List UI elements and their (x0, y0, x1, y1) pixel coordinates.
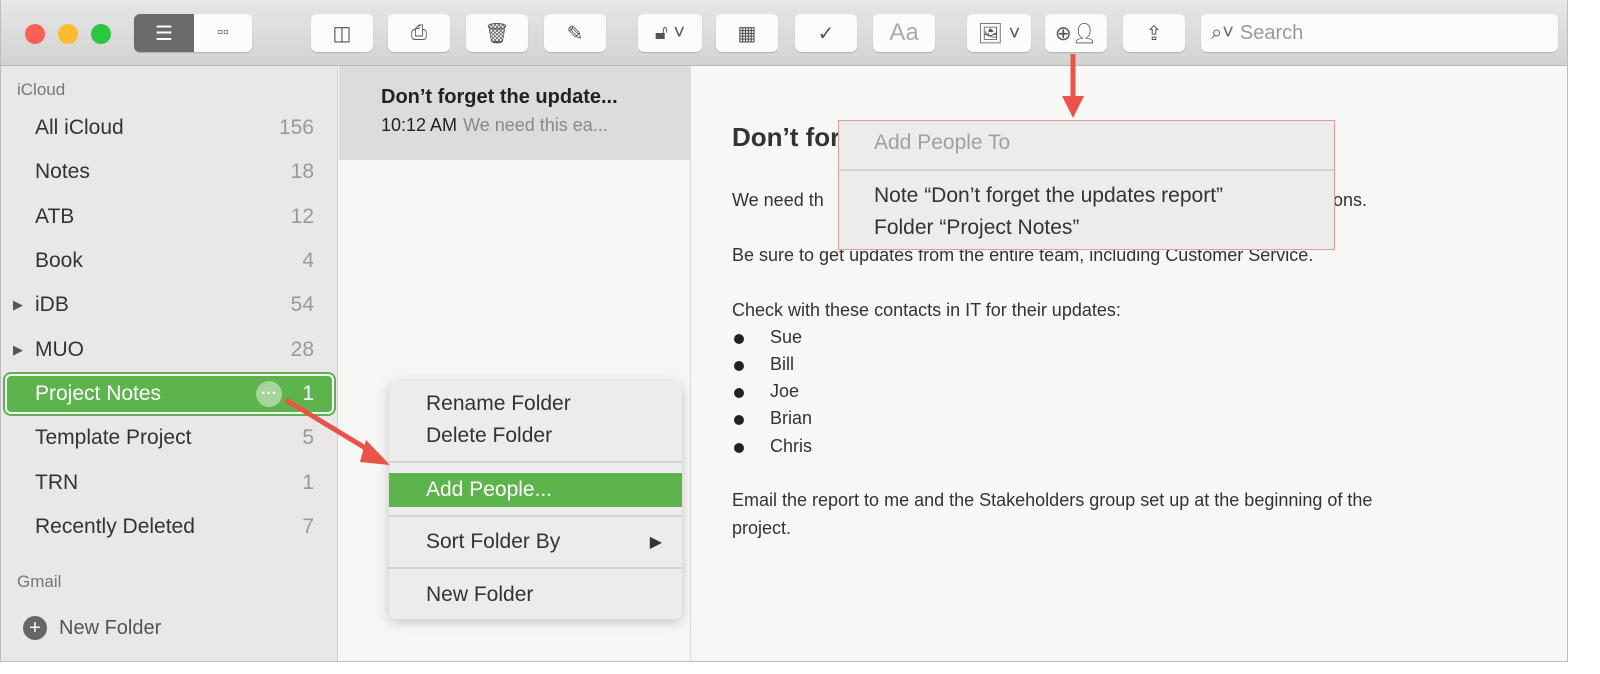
table-icon: ▦ (737, 22, 757, 45)
note-list-item[interactable]: Don’t forget the update... 10:12 AM We ne… (339, 66, 691, 160)
list-icon: ☰ (155, 22, 173, 45)
add-people-folder-item[interactable]: Folder “Project Notes” (874, 216, 1079, 240)
menu-separator (389, 461, 682, 463)
checklist-button[interactable]: ✓ (795, 14, 857, 52)
menu-separator (389, 567, 682, 569)
media-button[interactable]: 🖼︎ ˅ (967, 14, 1031, 52)
sidebar-item-project-notes[interactable]: Project Notes ··· 1 (3, 372, 336, 416)
sidebar-item-all-icloud[interactable]: All iCloud 156 (5, 108, 334, 148)
add-people-menu-item[interactable]: Add People... (389, 473, 682, 507)
grid-icon: ▫▫ (217, 24, 229, 41)
rename-folder-menu-item[interactable]: Rename Folder (389, 387, 682, 421)
more-options-icon[interactable]: ··· (256, 381, 282, 407)
add-people-button[interactable]: ⊕👤︎ (1045, 14, 1107, 52)
add-people-note-item[interactable]: Note “Don’t forget the updates report” (874, 184, 1223, 208)
menu-header: Add People To (874, 131, 1011, 154)
minimize-button[interactable] (58, 24, 78, 44)
compose-button[interactable]: ✎ (544, 14, 606, 52)
section-header-icloud: iCloud (17, 80, 66, 99)
compose-icon: ✎ (566, 22, 584, 45)
submenu-arrow-icon: ▶ (649, 534, 662, 551)
share-button[interactable]: ⇪ (1123, 14, 1185, 52)
share-icon: ⇪ (1145, 22, 1163, 45)
toolbar: ☰ ▫▫ ◫ ⎙ 🗑 ✎ 🔓︎ ˅ ▦ ✓ Aa 🖼︎ ˅ ⊕👤︎ ⇪ ⌕˅ Se… (1, 0, 1567, 66)
photo-icon: 🖼︎ ˅ (977, 22, 1021, 45)
sidebar-item-muo[interactable]: ▶ MUO 28 (5, 330, 334, 370)
search-input[interactable]: ⌕˅ Search (1201, 14, 1558, 52)
lock-button[interactable]: 🔓︎ ˅ (638, 14, 702, 52)
paperclip-icon: ⎙ (411, 21, 427, 44)
close-button[interactable] (25, 24, 45, 44)
list-view-button[interactable]: ☰ (134, 14, 194, 52)
plus-circle-icon: + (23, 616, 47, 640)
sidebar-item-atb[interactable]: ATB 12 (5, 197, 334, 237)
disclosure-triangle-icon[interactable]: ▶ (13, 342, 23, 358)
sort-folder-by-menu-item[interactable]: Sort Folder By ▶ (389, 525, 682, 559)
folder-context-menu: Rename Folder Delete Folder Add People..… (389, 381, 682, 619)
trash-icon: 🗑 (484, 22, 510, 45)
search-icon: ⌕˅ (1211, 21, 1234, 44)
zoom-button[interactable] (91, 24, 111, 44)
new-folder-button[interactable]: + New Folder (5, 608, 334, 648)
add-person-icon: ⊕👤︎ (1054, 22, 1098, 45)
delete-button[interactable]: 🗑 (466, 14, 528, 52)
sidebar-item-notes[interactable]: Notes 18 (5, 152, 334, 192)
sidebar-item-trn[interactable]: TRN 1 (5, 463, 334, 503)
menu-separator (839, 169, 1334, 171)
sidebar-item-recently-deleted[interactable]: Recently Deleted 7 (5, 507, 334, 547)
checkmark-circle-icon: ✓ (817, 22, 835, 45)
gallery-view-button[interactable]: ▫▫ (194, 14, 252, 52)
add-people-to-menu: Add People To Note “Don’t forget the upd… (838, 120, 1335, 250)
section-header-gmail: Gmail (17, 572, 62, 591)
attachments-button[interactable]: ⎙ (388, 14, 450, 52)
new-folder-menu-item[interactable]: New Folder (389, 578, 682, 612)
table-button[interactable]: ▦ (716, 14, 778, 52)
sidebar-item-idb[interactable]: ▶ iDB 54 (5, 285, 334, 325)
notes-window: ☰ ▫▫ ◫ ⎙ 🗑 ✎ 🔓︎ ˅ ▦ ✓ Aa 🖼︎ ˅ ⊕👤︎ ⇪ ⌕˅ Se… (0, 0, 1568, 662)
sidebar-toggle-button[interactable]: ◫ (311, 14, 373, 52)
format-button[interactable]: Aa (873, 14, 935, 52)
sidebar-item-book[interactable]: Book 4 (5, 241, 334, 281)
sidebar: iCloud All iCloud 156 Notes 18 ATB 12 Book 4… (1, 66, 338, 661)
delete-folder-menu-item[interactable]: Delete Folder (389, 419, 682, 453)
sidebar-item-template-project[interactable]: Template Project 5 (5, 418, 334, 458)
lock-icon: 🔓︎ ˅ (654, 21, 686, 44)
disclosure-triangle-icon[interactable]: ▶ (13, 297, 23, 313)
menu-separator (389, 515, 682, 517)
sidebar-icon: ◫ (332, 22, 352, 45)
